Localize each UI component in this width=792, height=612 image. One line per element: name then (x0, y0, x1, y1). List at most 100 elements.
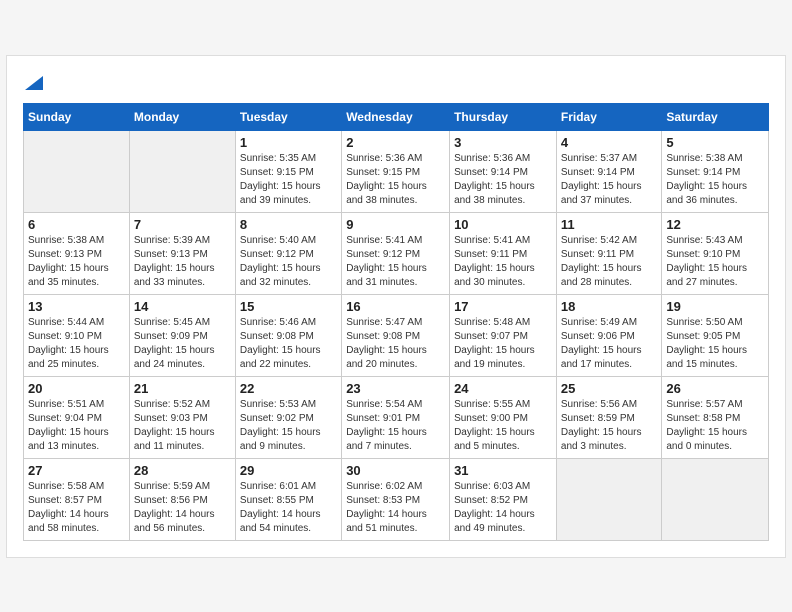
day-info: Sunrise: 5:36 AM Sunset: 9:14 PM Dayligh… (454, 152, 552, 208)
day-number: 15 (240, 299, 337, 314)
day-cell: 17 Sunrise: 5:48 AM Sunset: 9:07 PM Dayli… (450, 294, 557, 376)
day-info: Sunrise: 5:36 AM Sunset: 9:15 PM Dayligh… (346, 152, 445, 208)
day-cell: 28 Sunrise: 5:59 AM Sunset: 8:56 PM Dayli… (129, 458, 235, 540)
logo (23, 72, 43, 95)
day-info: Sunrise: 5:54 AM Sunset: 9:01 PM Dayligh… (346, 398, 445, 454)
day-number: 7 (134, 217, 231, 232)
day-cell: 6 Sunrise: 5:38 AM Sunset: 9:13 PM Daylig… (24, 212, 130, 294)
day-cell: 14 Sunrise: 5:45 AM Sunset: 9:09 PM Dayli… (129, 294, 235, 376)
day-info: Sunrise: 5:44 AM Sunset: 9:10 PM Dayligh… (28, 316, 125, 372)
day-number: 12 (666, 217, 764, 232)
weekday-header-tuesday: Tuesday (235, 103, 341, 130)
day-cell: 22 Sunrise: 5:53 AM Sunset: 9:02 PM Dayli… (235, 376, 341, 458)
weekday-header-sunday: Sunday (24, 103, 130, 130)
day-number: 29 (240, 463, 337, 478)
day-cell: 12 Sunrise: 5:43 AM Sunset: 9:10 PM Dayli… (662, 212, 769, 294)
day-number: 20 (28, 381, 125, 396)
day-info: Sunrise: 6:02 AM Sunset: 8:53 PM Dayligh… (346, 480, 445, 536)
day-cell: 18 Sunrise: 5:49 AM Sunset: 9:06 PM Dayli… (556, 294, 661, 376)
calendar-container: SundayMondayTuesdayWednesdayThursdayFrid… (6, 55, 786, 558)
day-info: Sunrise: 5:52 AM Sunset: 9:03 PM Dayligh… (134, 398, 231, 454)
day-number: 4 (561, 135, 657, 150)
day-info: Sunrise: 6:03 AM Sunset: 8:52 PM Dayligh… (454, 480, 552, 536)
day-info: Sunrise: 5:38 AM Sunset: 9:13 PM Dayligh… (28, 234, 125, 290)
day-info: Sunrise: 5:59 AM Sunset: 8:56 PM Dayligh… (134, 480, 231, 536)
day-cell: 10 Sunrise: 5:41 AM Sunset: 9:11 PM Dayli… (450, 212, 557, 294)
day-number: 21 (134, 381, 231, 396)
day-info: Sunrise: 5:50 AM Sunset: 9:05 PM Dayligh… (666, 316, 764, 372)
day-number: 10 (454, 217, 552, 232)
day-number: 3 (454, 135, 552, 150)
day-number: 22 (240, 381, 337, 396)
week-row-4: 27 Sunrise: 5:58 AM Sunset: 8:57 PM Dayli… (24, 458, 769, 540)
calendar-table: SundayMondayTuesdayWednesdayThursdayFrid… (23, 103, 769, 541)
day-info: Sunrise: 5:51 AM Sunset: 9:04 PM Dayligh… (28, 398, 125, 454)
day-cell: 19Sunrise: 5:50 AM Sunset: 9:05 PM Dayli… (662, 294, 769, 376)
day-number: 16 (346, 299, 445, 314)
day-number: 2 (346, 135, 445, 150)
day-cell (129, 130, 235, 212)
day-number: 26 (666, 381, 764, 396)
week-row-3: 20 Sunrise: 5:51 AM Sunset: 9:04 PM Dayli… (24, 376, 769, 458)
day-info: Sunrise: 6:01 AM Sunset: 8:55 PM Dayligh… (240, 480, 337, 536)
day-number: 23 (346, 381, 445, 396)
day-cell (556, 458, 661, 540)
day-info: Sunrise: 5:41 AM Sunset: 9:11 PM Dayligh… (454, 234, 552, 290)
day-number: 6 (28, 217, 125, 232)
day-cell: 9 Sunrise: 5:41 AM Sunset: 9:12 PM Daylig… (342, 212, 450, 294)
day-cell: 16 Sunrise: 5:47 AM Sunset: 9:08 PM Dayli… (342, 294, 450, 376)
day-info: Sunrise: 5:43 AM Sunset: 9:10 PM Dayligh… (666, 234, 764, 290)
day-number: 27 (28, 463, 125, 478)
day-info: Sunrise: 5:58 AM Sunset: 8:57 PM Dayligh… (28, 480, 125, 536)
day-info: Sunrise: 5:49 AM Sunset: 9:06 PM Dayligh… (561, 316, 657, 372)
day-info: Sunrise: 5:38 AM Sunset: 9:14 PM Dayligh… (666, 152, 764, 208)
weekday-header-thursday: Thursday (450, 103, 557, 130)
calendar-body: 1Sunrise: 5:35 AM Sunset: 9:15 PM Daylig… (24, 130, 769, 540)
day-number: 30 (346, 463, 445, 478)
day-cell: 23 Sunrise: 5:54 AM Sunset: 9:01 PM Dayli… (342, 376, 450, 458)
day-info: Sunrise: 5:39 AM Sunset: 9:13 PM Dayligh… (134, 234, 231, 290)
day-number: 9 (346, 217, 445, 232)
day-cell: 30 Sunrise: 6:02 AM Sunset: 8:53 PM Dayli… (342, 458, 450, 540)
day-info: Sunrise: 5:55 AM Sunset: 9:00 PM Dayligh… (454, 398, 552, 454)
day-info: Sunrise: 5:40 AM Sunset: 9:12 PM Dayligh… (240, 234, 337, 290)
weekday-header-wednesday: Wednesday (342, 103, 450, 130)
day-cell: 2 Sunrise: 5:36 AM Sunset: 9:15 PM Daylig… (342, 130, 450, 212)
day-number: 31 (454, 463, 552, 478)
day-cell: 29 Sunrise: 6:01 AM Sunset: 8:55 PM Dayli… (235, 458, 341, 540)
day-cell: 11Sunrise: 5:42 AM Sunset: 9:11 PM Dayli… (556, 212, 661, 294)
day-cell: 15 Sunrise: 5:46 AM Sunset: 9:08 PM Dayli… (235, 294, 341, 376)
day-info: Sunrise: 5:45 AM Sunset: 9:09 PM Dayligh… (134, 316, 231, 372)
day-cell: 13Sunrise: 5:44 AM Sunset: 9:10 PM Dayli… (24, 294, 130, 376)
weekday-header-saturday: Saturday (662, 103, 769, 130)
day-cell: 8 Sunrise: 5:40 AM Sunset: 9:12 PM Daylig… (235, 212, 341, 294)
calendar-header: SundayMondayTuesdayWednesdayThursdayFrid… (24, 103, 769, 130)
day-number: 8 (240, 217, 337, 232)
day-cell: 4 Sunrise: 5:37 AM Sunset: 9:14 PM Daylig… (556, 130, 661, 212)
day-number: 17 (454, 299, 552, 314)
day-cell: 26Sunrise: 5:57 AM Sunset: 8:58 PM Dayli… (662, 376, 769, 458)
day-cell (24, 130, 130, 212)
day-number: 18 (561, 299, 657, 314)
logo-icon (25, 72, 43, 90)
week-row-0: 1Sunrise: 5:35 AM Sunset: 9:15 PM Daylig… (24, 130, 769, 212)
day-cell: 27 Sunrise: 5:58 AM Sunset: 8:57 PM Dayli… (24, 458, 130, 540)
day-info: Sunrise: 5:56 AM Sunset: 8:59 PM Dayligh… (561, 398, 657, 454)
day-cell (662, 458, 769, 540)
day-info: Sunrise: 5:41 AM Sunset: 9:12 PM Dayligh… (346, 234, 445, 290)
day-number: 14 (134, 299, 231, 314)
day-info: Sunrise: 5:37 AM Sunset: 9:14 PM Dayligh… (561, 152, 657, 208)
day-cell: 1Sunrise: 5:35 AM Sunset: 9:15 PM Daylig… (235, 130, 341, 212)
day-cell: 25Sunrise: 5:56 AM Sunset: 8:59 PM Dayli… (556, 376, 661, 458)
day-info: Sunrise: 5:48 AM Sunset: 9:07 PM Dayligh… (454, 316, 552, 372)
week-row-2: 13Sunrise: 5:44 AM Sunset: 9:10 PM Dayli… (24, 294, 769, 376)
weekday-header-row: SundayMondayTuesdayWednesdayThursdayFrid… (24, 103, 769, 130)
day-info: Sunrise: 5:53 AM Sunset: 9:02 PM Dayligh… (240, 398, 337, 454)
day-cell: 5Sunrise: 5:38 AM Sunset: 9:14 PM Daylig… (662, 130, 769, 212)
day-info: Sunrise: 5:47 AM Sunset: 9:08 PM Dayligh… (346, 316, 445, 372)
day-number: 11 (561, 217, 657, 232)
day-number: 28 (134, 463, 231, 478)
day-cell: 7 Sunrise: 5:39 AM Sunset: 9:13 PM Daylig… (129, 212, 235, 294)
weekday-header-monday: Monday (129, 103, 235, 130)
day-info: Sunrise: 5:46 AM Sunset: 9:08 PM Dayligh… (240, 316, 337, 372)
